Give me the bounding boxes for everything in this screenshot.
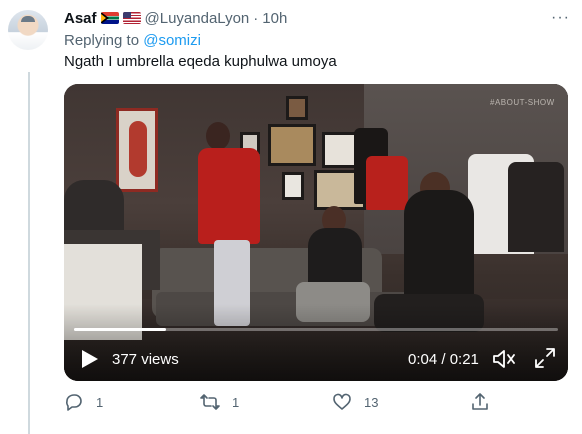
avatar-cap — [21, 16, 35, 22]
mute-icon[interactable] — [492, 348, 516, 370]
video-timecode: 0:04 / 0:21 — [408, 351, 479, 368]
reply-icon — [66, 394, 82, 411]
hanging-shirt — [366, 156, 408, 210]
tweet-actions: 1 1 13 — [60, 392, 500, 416]
person — [404, 190, 474, 310]
tweet-header: Asaf @LuyandaLyon · 10h — [64, 8, 287, 28]
wall-art — [116, 108, 158, 192]
us-flag-icon — [122, 12, 141, 24]
thread-line — [28, 72, 30, 434]
author-handle[interactable]: @LuyandaLyon — [145, 10, 250, 27]
progress-fill — [74, 328, 166, 331]
more-options-icon[interactable]: ··· — [551, 9, 570, 27]
wall-art — [286, 96, 308, 120]
south-africa-flag-icon — [100, 12, 119, 24]
video-player[interactable]: #ABOUT-SHOW 377 views 0:04 / 0:21 — [64, 84, 568, 381]
fullscreen-icon[interactable] — [534, 347, 556, 369]
replying-to: Replying to @somizi — [64, 32, 201, 49]
tweet-text: Ngath I umbrella eqeda kuphulwa umoya — [64, 53, 337, 70]
reply-button[interactable]: 1 — [64, 392, 103, 412]
video-watermark: #ABOUT-SHOW — [490, 98, 555, 107]
clothing-rack — [508, 162, 564, 252]
retweet-button[interactable]: 1 — [200, 392, 239, 412]
wall-art — [268, 124, 316, 166]
person — [198, 148, 260, 244]
retweet-count: 1 — [232, 394, 240, 410]
like-button[interactable]: 13 — [332, 392, 378, 412]
avatar[interactable] — [8, 10, 48, 50]
replying-to-mention[interactable]: @somizi — [143, 32, 201, 49]
share-icon — [472, 393, 488, 410]
reply-count: 1 — [96, 394, 104, 410]
person — [308, 228, 362, 288]
like-icon — [333, 393, 351, 410]
wall-art — [282, 172, 304, 200]
tweet-time[interactable]: 10h — [262, 10, 287, 27]
retweet-icon — [200, 394, 220, 410]
replying-to-label: Replying to — [64, 32, 140, 49]
author-name[interactable]: Asaf — [64, 10, 97, 27]
share-button[interactable] — [470, 392, 490, 412]
progress-bar[interactable] — [74, 328, 558, 331]
view-count: 377 views — [112, 351, 179, 368]
play-icon[interactable] — [78, 348, 100, 370]
person — [206, 122, 230, 150]
like-count: 13 — [364, 394, 379, 410]
separator-dot: · — [253, 9, 259, 27]
